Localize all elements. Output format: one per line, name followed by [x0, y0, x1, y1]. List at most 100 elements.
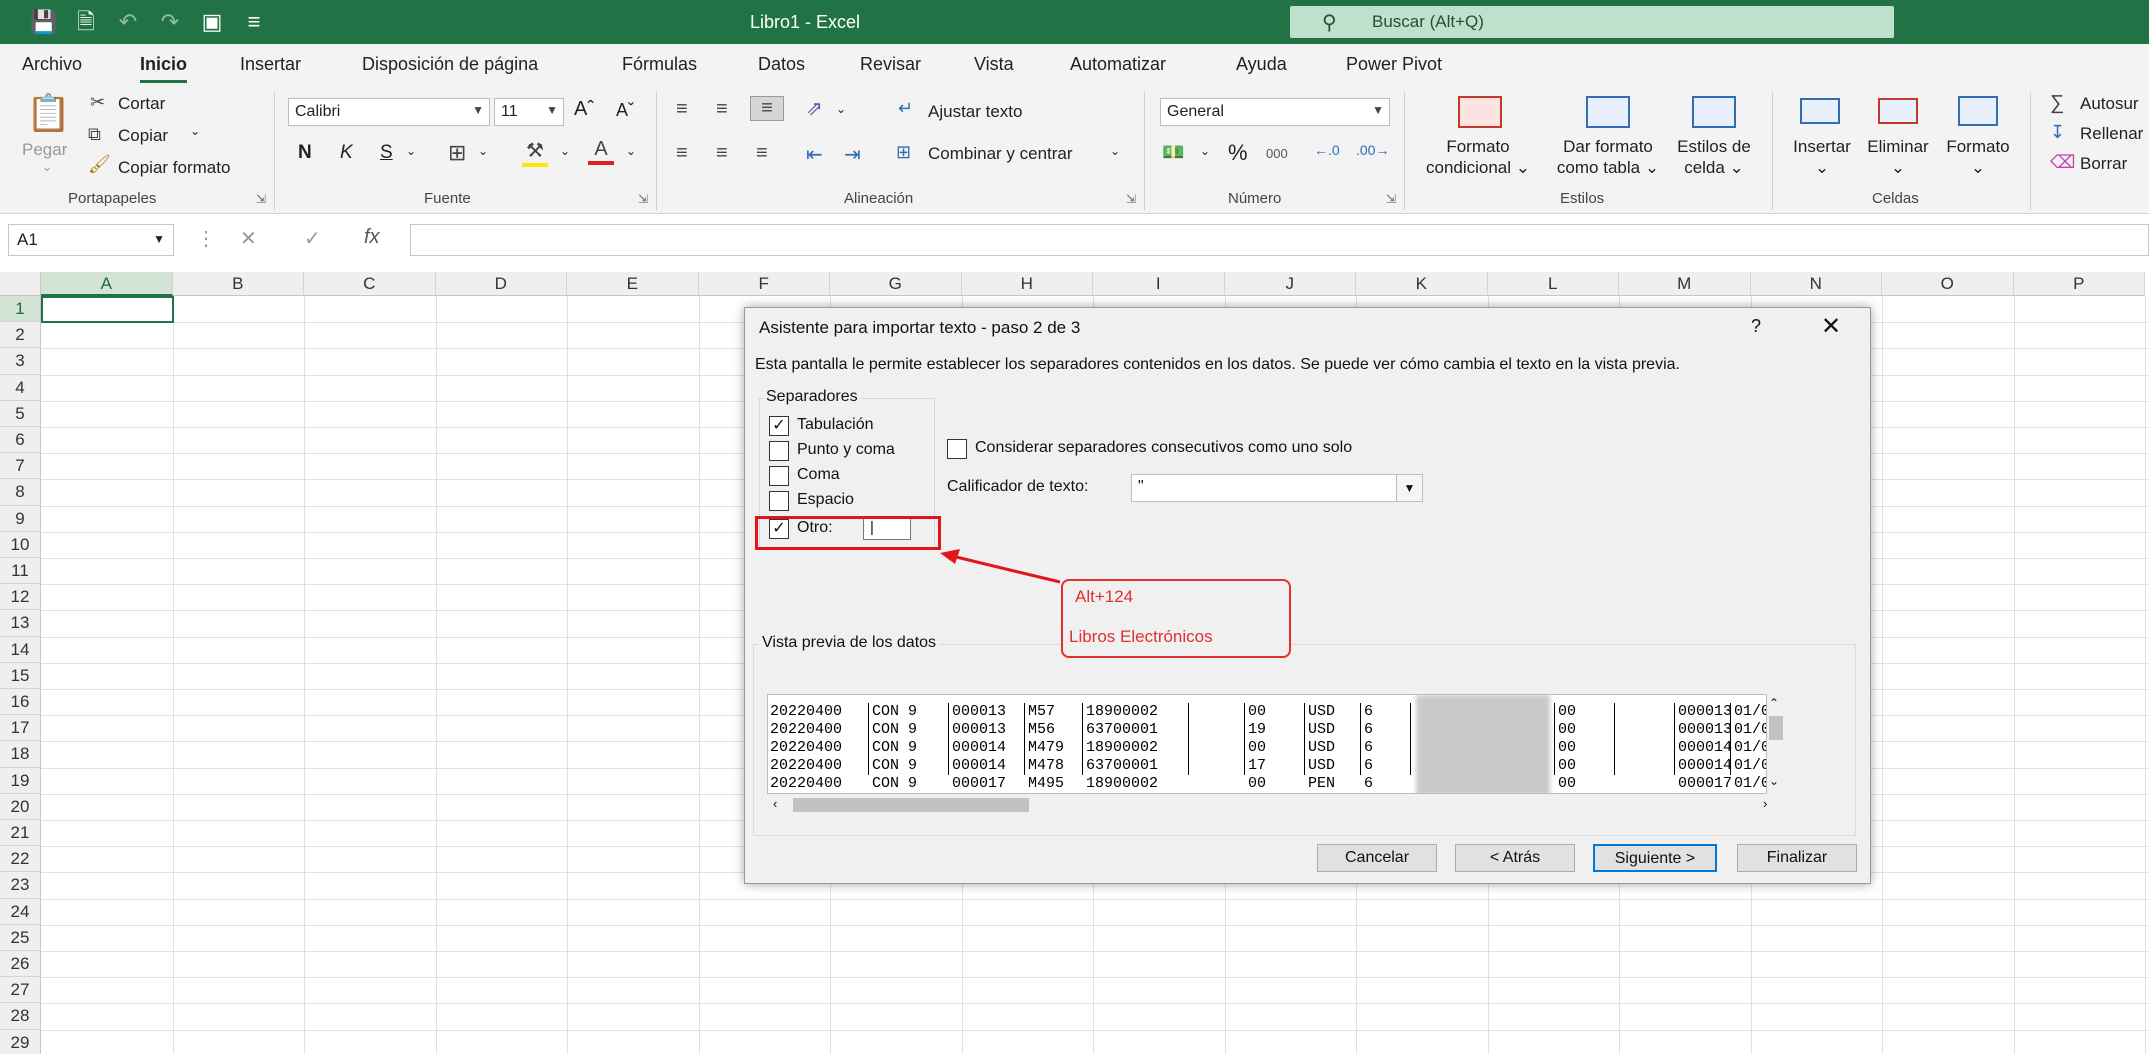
align-middle-icon[interactable]: ≡ — [716, 98, 728, 121]
cut-button[interactable]: Cortar — [118, 94, 165, 114]
format-painter-button[interactable]: Copiar formato — [118, 158, 230, 178]
checkbox-semicolon[interactable] — [769, 441, 789, 461]
borders-icon[interactable]: ⊞ — [448, 140, 466, 166]
autosum-button[interactable]: Autosur — [2080, 94, 2139, 114]
tab-automatizar[interactable]: Automatizar — [1070, 54, 1166, 75]
alignment-launcher-icon[interactable]: ⇲ — [1126, 192, 1136, 206]
decrease-indent-icon[interactable]: ⇤ — [806, 142, 823, 167]
formula-input[interactable] — [410, 224, 2149, 256]
customize-qat-icon[interactable]: ≡ — [240, 8, 268, 36]
cell-styles-button[interactable]: Estilos de celda ⌄ — [1668, 136, 1760, 178]
orientation-icon[interactable]: ⇗ — [806, 96, 823, 121]
merge-center-button[interactable]: Combinar y centrar — [928, 144, 1073, 164]
column-header[interactable]: D — [435, 272, 567, 296]
column-divider[interactable] — [1410, 703, 1411, 775]
row-header[interactable]: 12 — [0, 584, 41, 611]
column-divider[interactable] — [1554, 703, 1555, 775]
cancel-button[interactable]: Cancelar — [1317, 844, 1437, 872]
wrap-text-button[interactable]: Ajustar texto — [928, 102, 1023, 122]
row-header[interactable]: 16 — [0, 689, 41, 716]
tab-datos[interactable]: Datos — [758, 54, 805, 75]
font-color-icon[interactable]: A — [588, 138, 614, 165]
fill-color-icon[interactable]: ⚒ — [522, 138, 548, 167]
row-header[interactable]: 1 — [0, 296, 41, 323]
clipboard-launcher-icon[interactable]: ⇲ — [256, 192, 266, 206]
row-header[interactable]: 21 — [0, 820, 41, 847]
active-cell[interactable] — [41, 296, 174, 324]
vertical-scroll-thumb[interactable] — [1769, 716, 1783, 740]
preview-vertical-scrollbar[interactable]: ⌃ ⌄ — [1767, 694, 1785, 794]
checkbox-tab[interactable]: ✓ — [769, 416, 789, 436]
tab-vista[interactable]: Vista — [974, 54, 1014, 75]
align-left-icon[interactable]: ≡ — [676, 142, 688, 165]
row-header[interactable]: 23 — [0, 872, 41, 899]
row-header[interactable]: 15 — [0, 662, 41, 689]
row-header[interactable]: 6 — [0, 427, 41, 454]
align-center-icon[interactable]: ≡ — [716, 142, 728, 165]
column-header[interactable]: E — [567, 272, 699, 296]
number-format-combo[interactable]: General ▼ — [1160, 98, 1390, 126]
row-header[interactable]: 2 — [0, 322, 41, 349]
font-color-dropdown-icon[interactable]: ⌄ — [626, 144, 636, 158]
column-header[interactable]: B — [172, 272, 304, 296]
next-button[interactable]: Siguiente > — [1593, 844, 1717, 872]
column-header[interactable]: I — [1093, 272, 1225, 296]
column-header[interactable]: J — [1224, 272, 1356, 296]
fill-button[interactable]: Rellenar — [2080, 124, 2143, 144]
thousands-icon[interactable]: 000 — [1266, 146, 1288, 161]
new-file-icon[interactable]: 🗎 — [72, 8, 100, 36]
redo-icon[interactable]: ↷ — [156, 8, 184, 36]
row-header[interactable]: 14 — [0, 636, 41, 663]
back-button[interactable]: < Atrás — [1455, 844, 1575, 872]
shrink-font-icon[interactable]: Aˇ — [616, 100, 634, 121]
tab-ayuda[interactable]: Ayuda — [1236, 54, 1287, 75]
italic-button[interactable]: K — [340, 142, 353, 164]
checkbox-consecutive[interactable] — [947, 439, 967, 459]
column-divider[interactable] — [868, 703, 869, 775]
row-header[interactable]: 11 — [0, 558, 41, 585]
fill-color-dropdown-icon[interactable]: ⌄ — [560, 144, 570, 158]
row-header[interactable]: 24 — [0, 898, 41, 925]
font-size-combo[interactable]: 11 ▼ — [494, 98, 564, 126]
format-cells-button[interactable]: Formato ⌄ — [1938, 136, 2018, 178]
column-divider[interactable] — [1674, 703, 1675, 775]
tab-insertar[interactable]: Insertar — [240, 54, 301, 75]
row-header[interactable]: 25 — [0, 924, 41, 951]
accounting-format-icon[interactable]: 💵 — [1162, 142, 1184, 163]
column-header[interactable]: H — [961, 272, 1093, 296]
undo-icon[interactable]: ↶ — [114, 8, 142, 36]
column-divider[interactable] — [1304, 703, 1305, 775]
column-divider[interactable] — [1244, 703, 1245, 775]
merge-dropdown-icon[interactable]: ⌄ — [1110, 144, 1120, 158]
horizontal-scroll-thumb[interactable] — [793, 798, 1029, 812]
column-header[interactable]: G — [830, 272, 962, 296]
finish-button[interactable]: Finalizar — [1737, 844, 1857, 872]
chevron-up-icon[interactable]: ⌃ — [1769, 696, 1779, 710]
data-preview[interactable]: 20220400 CON 9 000013 M57 18900002 00 USD 6 00 00… — [767, 694, 1767, 794]
tab-inicio[interactable]: Inicio — [140, 54, 188, 83]
align-right-icon[interactable]: ≡ — [756, 142, 768, 165]
copy-dropdown-icon[interactable]: ⌄ — [190, 124, 200, 138]
conditional-format-button[interactable]: Formato condicional ⌄ — [1418, 136, 1538, 178]
number-launcher-icon[interactable]: ⇲ — [1386, 192, 1396, 206]
bold-button[interactable]: N — [298, 142, 312, 164]
chevron-left-icon[interactable]: ‹ — [773, 796, 777, 811]
row-header[interactable]: 9 — [0, 505, 41, 532]
form-icon[interactable]: ▣ — [198, 8, 226, 36]
row-header[interactable]: 18 — [0, 741, 41, 768]
row-header[interactable]: 8 — [0, 479, 41, 506]
column-header[interactable]: P — [2013, 272, 2145, 296]
decrease-decimal-icon[interactable]: .00→ — [1356, 142, 1389, 158]
borders-dropdown-icon[interactable]: ⌄ — [478, 144, 488, 158]
column-header[interactable]: A — [41, 272, 173, 296]
clear-button[interactable]: Borrar — [2080, 154, 2127, 174]
column-divider[interactable] — [1614, 703, 1615, 775]
underline-button[interactable]: S — [380, 142, 393, 164]
tab-formulas[interactable]: Fórmulas — [622, 54, 697, 75]
paste-button[interactable]: Pegar — [22, 140, 67, 160]
column-header[interactable]: F — [698, 272, 830, 296]
column-header[interactable]: M — [1619, 272, 1751, 296]
tab-revisar[interactable]: Revisar — [860, 54, 921, 75]
tab-disposicion[interactable]: Disposición de página — [362, 54, 538, 75]
row-header[interactable]: 17 — [0, 715, 41, 742]
